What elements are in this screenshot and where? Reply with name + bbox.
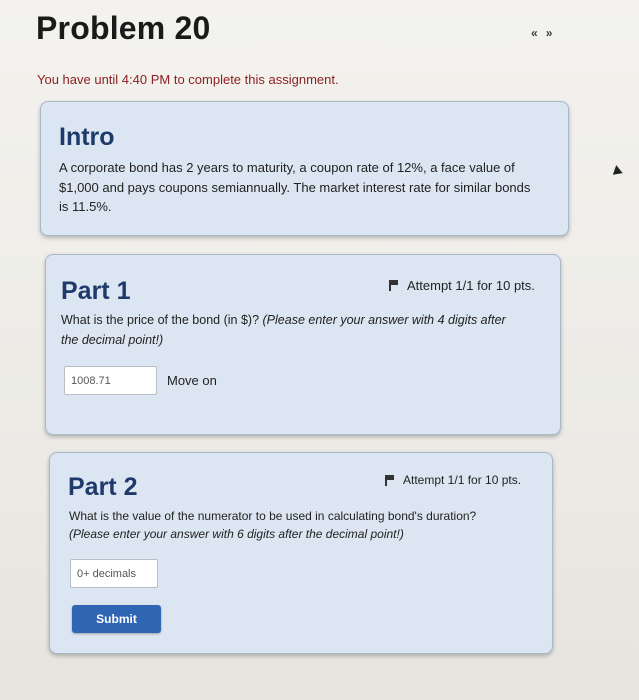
part1-attempt-label: Attempt 1/1 for 10 pts. [407,278,535,293]
part2-heading: Part 2 [68,473,138,501]
part1-question-note: (Please enter your answer with 4 digits … [262,313,506,327]
part2-question-text: What is the value of the numerator to be… [69,509,477,523]
part1-card: Part 1 Attempt 1/1 for 10 pts. What is t… [45,254,561,435]
intro-card: Intro A corporate bond has 2 years to ma… [40,101,569,236]
part1-question: What is the price of the bond (in $)? (P… [61,311,551,350]
flag-icon[interactable] [385,474,395,486]
intro-heading: Intro [59,123,115,151]
part2-question-note: (Please enter your answer with 6 digits … [69,527,404,541]
intro-text-line: $1,000 and pays coupons semiannually. Th… [59,179,531,195]
part2-attempt-info: Attempt 1/1 for 10 pts. [385,473,521,487]
part2-card: Part 2 Attempt 1/1 for 10 pts. What is t… [49,452,553,654]
submit-button[interactable]: Submit [72,605,161,633]
intro-text-line: A corporate bond has 2 years to maturity… [59,160,515,175]
part1-question-note: the decimal point!) [61,332,164,347]
page-title: Problem 20 [36,10,211,46]
flag-icon[interactable] [389,280,399,291]
mouse-cursor-icon [611,164,623,175]
part1-heading: Part 1 [61,277,131,305]
part2-attempt-label: Attempt 1/1 for 10 pts. [403,473,522,487]
problem-navigation: « » [531,26,552,40]
part1-answer-field[interactable]: 1008.71 [64,366,157,395]
part2-question: What is the value of the numerator to be… [69,507,549,543]
previous-problem-icon[interactable]: « [531,26,538,40]
intro-text: A corporate bond has 2 years to maturity… [59,158,559,217]
part1-attempt-info: Attempt 1/1 for 10 pts. [389,278,535,293]
part2-answer-field[interactable]: 0+ decimals [70,559,158,588]
next-problem-icon[interactable]: » [546,26,553,40]
move-on-button[interactable]: Move on [167,373,217,388]
part1-question-text: What is the price of the bond (in $)? [61,313,260,327]
intro-text-line: is 11.5%. [59,199,112,214]
deadline-notice: You have until 4:40 PM to complete this … [37,72,339,87]
